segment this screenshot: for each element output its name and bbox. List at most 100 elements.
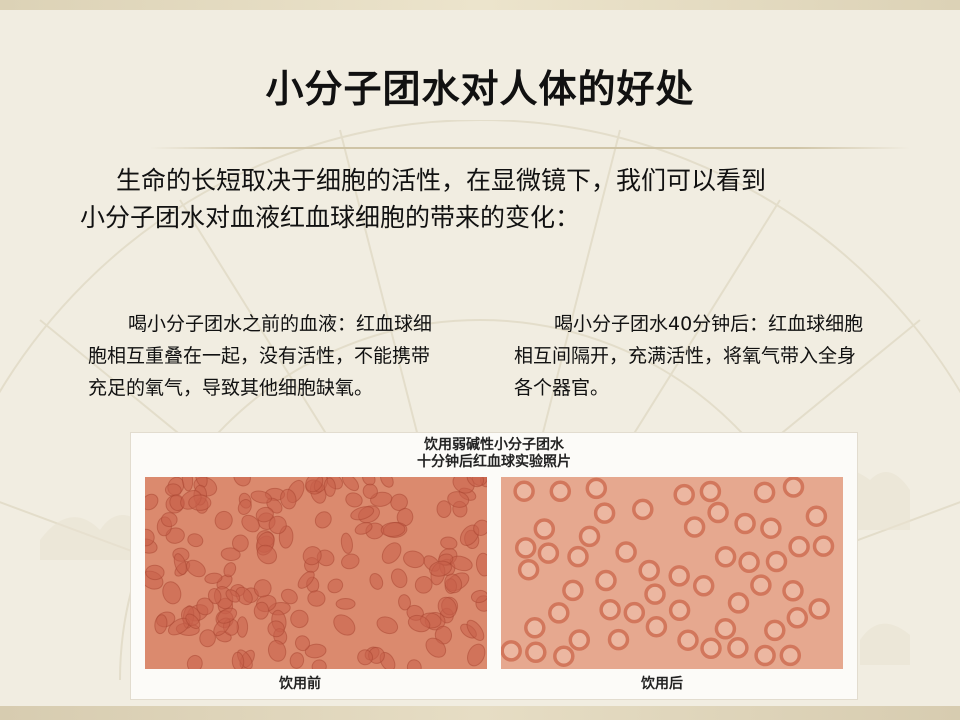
separated-red-cell — [714, 546, 737, 568]
separated-red-cell — [525, 641, 547, 664]
clumped-red-cell — [335, 598, 356, 610]
separated-red-cell — [699, 480, 722, 503]
clumped-red-cell — [369, 572, 384, 590]
slide-title: 小分子团水对人体的好处 — [265, 67, 695, 111]
separated-red-cell — [567, 545, 589, 568]
panel-before — [145, 477, 487, 669]
separated-red-cell — [738, 551, 760, 574]
separated-red-cell — [549, 480, 572, 503]
clumped-red-cell — [307, 590, 326, 607]
clumped-red-cell — [467, 643, 486, 667]
separated-red-cell — [568, 629, 591, 651]
separated-red-cell — [513, 480, 535, 502]
separated-red-cell — [533, 518, 556, 540]
caption-after-text: 喝小分子团水40分钟后：红血球细胞相互间隔开，充满活性，将氧气带入全身各个器官。 — [514, 313, 864, 399]
separated-red-cell — [683, 516, 706, 538]
separated-red-cell — [562, 579, 584, 602]
clumped-red-cell — [289, 652, 305, 669]
separated-red-cell — [760, 517, 782, 539]
clumped-red-cell — [214, 510, 233, 530]
separated-red-cell — [707, 501, 729, 524]
separated-red-cell — [668, 565, 690, 587]
intro-line-1: 生命的长短取决于细胞的活性，在显微镜下，我们可以看到 — [116, 166, 767, 195]
clumped-red-cell — [340, 532, 353, 554]
clumped-red-cell — [341, 553, 360, 570]
caption-before-text: 喝小分子团水之前的血液：红血球细胞相互重叠在一起，没有活性，不能携带充足的氧气，… — [88, 313, 433, 399]
clumped-red-cell — [333, 614, 356, 636]
separated-red-cell — [677, 629, 699, 651]
clumped-red-cell — [187, 533, 204, 548]
clumped-red-cell — [381, 542, 402, 564]
separated-red-cell — [615, 541, 637, 563]
separated-red-cell — [764, 619, 786, 642]
separated-red-cell — [537, 542, 560, 564]
separated-red-cell — [553, 645, 575, 667]
clumped-red-cell — [380, 477, 394, 488]
separated-red-cell — [524, 617, 546, 639]
separated-red-cell — [585, 477, 608, 500]
panel-after — [501, 477, 843, 669]
separated-red-cell — [714, 618, 737, 640]
separated-red-cell — [593, 502, 616, 524]
bottom-border — [0, 706, 960, 720]
clumped-red-cell — [327, 578, 344, 594]
clumped-red-cell — [161, 512, 178, 528]
clumped-red-cell — [406, 659, 422, 669]
separated-red-cell — [753, 481, 776, 504]
separated-red-cell — [700, 637, 722, 660]
separated-red-cell — [805, 505, 828, 527]
clumped-red-cell — [311, 659, 327, 669]
separated-red-cell — [517, 558, 540, 581]
caption-after: 喝小分子团水40分钟后：红血球细胞相互间隔开，充满活性，将氧气带入全身各个器官。 — [514, 308, 874, 404]
separated-red-cell — [638, 559, 660, 582]
separated-red-cell — [578, 525, 601, 548]
label-after: 饮用后 — [641, 676, 683, 692]
clumped-red-cell — [314, 511, 332, 529]
slide: 小分子团水对人体的好处 生命的长短取决于细胞的活性，在显微镜下，我们可以看到 小… — [0, 0, 960, 720]
clumped-red-cell — [185, 559, 206, 578]
separated-red-cell — [673, 483, 695, 506]
clumped-red-cell — [186, 654, 203, 669]
separated-red-cell — [786, 607, 809, 629]
separated-red-cell — [644, 583, 666, 605]
separated-red-cell — [514, 537, 537, 559]
top-border — [0, 0, 960, 10]
separated-red-cell — [727, 637, 749, 659]
clumped-red-cell — [376, 616, 399, 635]
separated-red-cell — [599, 598, 621, 621]
intro-line-2: 小分子团水对血液红血球细胞的带来的变化： — [80, 203, 581, 232]
separated-red-cell — [645, 615, 668, 638]
clumped-red-cell — [475, 552, 487, 577]
photo-title-line-2: 十分钟后红血球实验照片 — [417, 454, 571, 470]
separated-red-cell — [812, 535, 835, 557]
photo-title-line-1: 饮用弱碱性小分子团水 — [424, 437, 564, 453]
clumped-red-cell — [188, 494, 212, 511]
separated-red-cell — [623, 601, 646, 624]
separated-red-cell — [668, 599, 691, 622]
clumped-red-cell — [290, 609, 309, 629]
separated-red-cell — [765, 550, 788, 573]
photo-title: 饮用弱碱性小分子团水 十分钟后红血球实验照片 — [131, 437, 857, 471]
separated-red-cell — [692, 575, 715, 597]
title-divider — [150, 147, 910, 149]
separated-red-cell — [788, 535, 810, 558]
clumped-red-cell — [440, 536, 458, 550]
clumped-red-cell — [403, 550, 425, 569]
separated-red-cell — [750, 574, 772, 596]
separated-red-cell — [501, 640, 522, 662]
label-before: 饮用前 — [279, 676, 321, 692]
clumped-red-cell — [145, 493, 159, 511]
clumped-red-cell — [145, 564, 165, 581]
separated-red-cell — [607, 628, 630, 651]
clumped-red-cell — [470, 589, 487, 604]
separated-red-cell — [754, 644, 776, 667]
clumped-red-cell — [345, 492, 363, 508]
clumped-red-cell — [231, 534, 249, 552]
clumped-cells-image — [145, 477, 487, 669]
separated-cells-image — [501, 477, 835, 667]
intro-paragraph: 生命的长短取决于细胞的活性，在显微镜下，我们可以看到 小分子团水对血液红血球细胞… — [80, 162, 900, 236]
clumped-red-cell — [162, 581, 182, 605]
caption-before: 喝小分子团水之前的血液：红血球细胞相互重叠在一起，没有活性，不能携带充足的氧气，… — [88, 308, 448, 404]
separated-red-cell — [808, 598, 830, 620]
separated-red-cell — [734, 512, 756, 535]
